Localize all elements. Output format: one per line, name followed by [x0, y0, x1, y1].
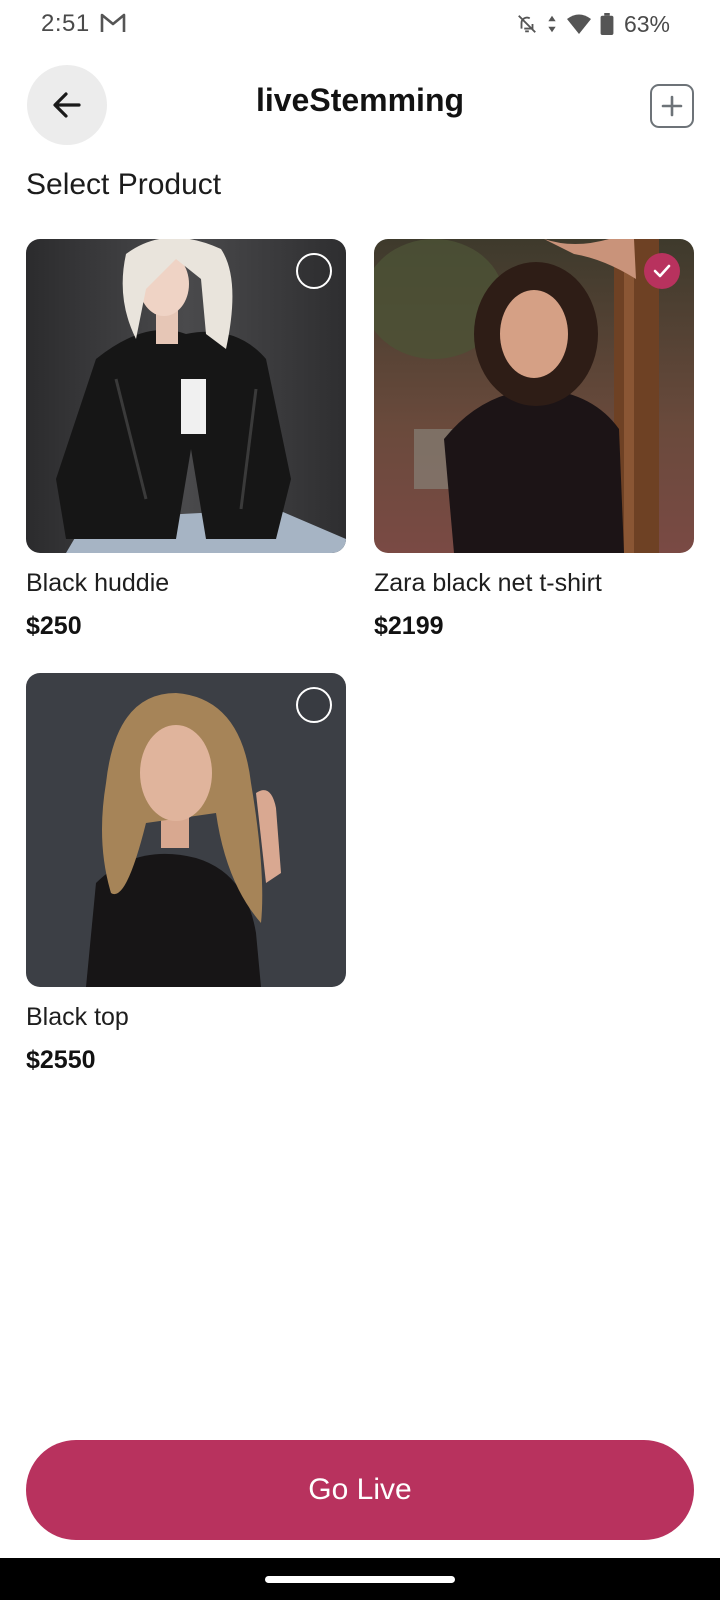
check-icon [653, 264, 671, 278]
product-image[interactable] [26, 673, 346, 987]
battery-percent: 63% [623, 10, 670, 37]
product-price: $250 [26, 612, 82, 640]
plus-icon [661, 95, 683, 117]
selected-checkbox[interactable] [644, 253, 680, 289]
product-price: $2550 [26, 1046, 96, 1074]
status-time: 2:51 [41, 10, 90, 37]
product-name: Black top [26, 1003, 129, 1031]
product-image[interactable] [26, 239, 346, 553]
product-card[interactable]: Black huddie $250 [26, 239, 346, 641]
app-bar: liveStemming [0, 62, 720, 145]
product-price: $2199 [374, 612, 444, 640]
select-checkbox[interactable] [296, 253, 332, 289]
product-name: Black huddie [26, 569, 170, 597]
product-name: Zara black net t-shirt [374, 569, 602, 597]
status-icons: 63% [516, 8, 670, 40]
product-photo [374, 239, 694, 553]
gmail-icon [100, 13, 126, 32]
go-live-button[interactable]: Go Live [26, 1440, 694, 1540]
bell-off-icon [518, 15, 536, 33]
select-checkbox[interactable] [296, 687, 332, 723]
data-arrows-icon [548, 15, 556, 33]
product-photo [26, 673, 346, 987]
product-card[interactable]: Black top $2550 [26, 673, 346, 1075]
battery-icon [600, 13, 614, 35]
product-card[interactable]: Zara black net t-shirt $2199 [374, 239, 694, 641]
navigation-bar [0, 1558, 720, 1600]
status-bar: 2:51 63% [0, 0, 720, 48]
product-photo [26, 239, 346, 553]
home-handle[interactable] [265, 1576, 455, 1583]
wifi-icon [566, 14, 591, 34]
page-title: liveStemming [255, 82, 465, 118]
section-title: Select Product [26, 168, 222, 201]
product-image[interactable] [374, 239, 694, 553]
add-product-button[interactable] [650, 84, 694, 128]
